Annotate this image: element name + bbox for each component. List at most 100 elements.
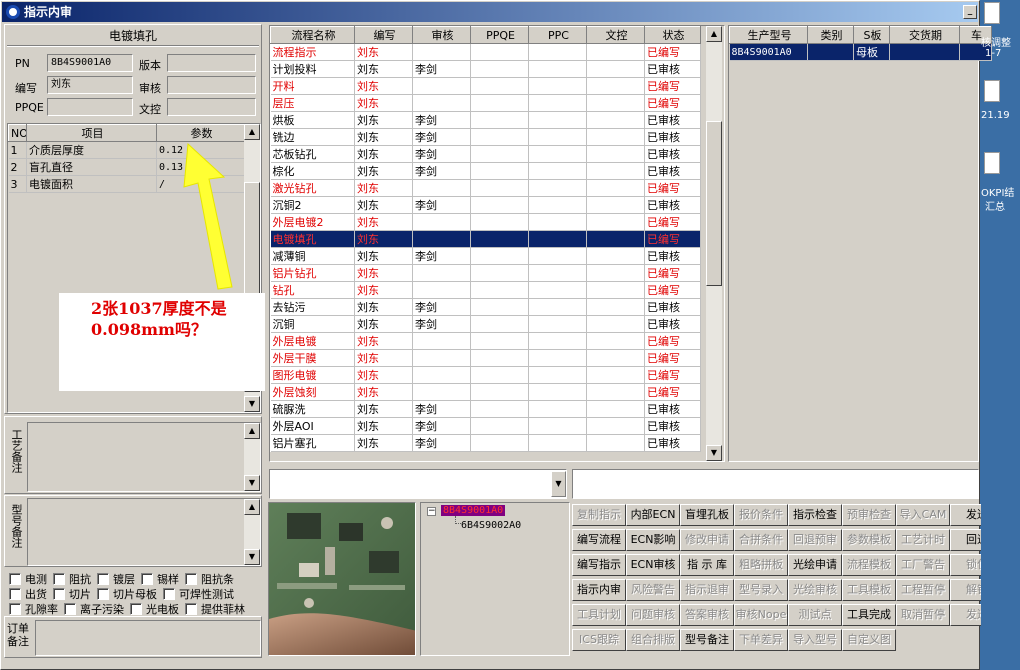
- pn-field[interactable]: 8B4S9001A0: [47, 54, 133, 72]
- checkbox[interactable]: [97, 573, 109, 585]
- flow-row[interactable]: 外层AOI 刘东 李剑 已审核: [270, 417, 701, 435]
- flow-col-header[interactable]: PPQE: [470, 26, 529, 44]
- function-button[interactable]: 工程暂停: [896, 579, 950, 601]
- function-button[interactable]: 工艺计时: [896, 529, 950, 551]
- function-button[interactable]: 内部ECN: [626, 504, 680, 526]
- flow-row[interactable]: 铣边 刘东 李剑 已审核: [270, 128, 701, 146]
- process-note-input[interactable]: [27, 422, 261, 492]
- function-button[interactable]: 指示检查: [788, 504, 842, 526]
- flow-row[interactable]: 铝片钻孔 刘东 已编写: [270, 264, 701, 282]
- flow-row[interactable]: 外层蚀刻 刘东 已编写: [270, 383, 701, 401]
- function-button[interactable]: 指示内审: [572, 579, 626, 601]
- function-button[interactable]: 工厂警告: [896, 554, 950, 576]
- checkbox[interactable]: [9, 603, 21, 615]
- function-button[interactable]: 报价条件: [734, 504, 788, 526]
- flow-scrollbar[interactable]: ▲ ▼: [706, 26, 722, 461]
- function-button[interactable]: 编写指示: [572, 554, 626, 576]
- param-col-item[interactable]: 项目: [26, 124, 157, 142]
- function-button[interactable]: 下单差异: [734, 629, 788, 651]
- flow-row[interactable]: 流程指示 刘东 已编写: [270, 43, 701, 61]
- flow-row[interactable]: 沉铜2 刘东 李剑 已审核: [270, 196, 701, 214]
- function-button[interactable]: 问题审核: [626, 604, 680, 626]
- flow-row[interactable]: 棕化 刘东 李剑 已审核: [270, 162, 701, 180]
- function-button[interactable]: 流程模板: [842, 554, 896, 576]
- function-button[interactable]: 工具计划: [572, 604, 626, 626]
- flow-row[interactable]: 烘板 刘东 李剑 已审核: [270, 111, 701, 129]
- function-button[interactable]: 光绘申请: [788, 554, 842, 576]
- flow-row[interactable]: 沉铜 刘东 李剑 已审核: [270, 315, 701, 333]
- flow-col-header[interactable]: 状态: [644, 26, 701, 44]
- function-button[interactable]: 审核Nope: [734, 604, 788, 626]
- scroll-down-icon[interactable]: ▼: [244, 396, 260, 412]
- step-combobox[interactable]: ▼: [269, 469, 567, 499]
- function-button[interactable]: 盲埋孔板: [680, 504, 734, 526]
- function-button[interactable]: 型号录入: [734, 579, 788, 601]
- flow-row[interactable]: 激光钻孔 刘东 已编写: [270, 179, 701, 197]
- flow-col-header[interactable]: 编写: [354, 26, 413, 44]
- checkbox[interactable]: [9, 573, 21, 585]
- flow-row[interactable]: 层压 刘东 已编写: [270, 94, 701, 112]
- flow-row[interactable]: 计划投料 刘东 李剑 已审核: [270, 60, 701, 78]
- flow-row[interactable]: 减薄铜 刘东 李剑 已审核: [270, 247, 701, 265]
- minimize-button[interactable]: _: [963, 5, 977, 19]
- function-button[interactable]: 工具完成: [842, 604, 896, 626]
- scroll-thumb[interactable]: [706, 121, 722, 286]
- function-button[interactable]: ECN审核: [626, 554, 680, 576]
- function-button[interactable]: 工具模板: [842, 579, 896, 601]
- flow-col-header[interactable]: PPC: [528, 26, 587, 44]
- flow-row[interactable]: 图形电镀 刘东 已编写: [270, 366, 701, 384]
- function-button[interactable]: 组合排版: [626, 629, 680, 651]
- file-icon[interactable]: [984, 152, 1000, 174]
- flow-row[interactable]: 硫脲洗 刘东 李剑 已审核: [270, 400, 701, 418]
- function-button[interactable]: 解锁: [950, 579, 981, 601]
- remark-input[interactable]: [572, 469, 979, 499]
- model-note-input[interactable]: [27, 498, 261, 566]
- scroll-up-icon[interactable]: ▲: [244, 124, 260, 140]
- function-button[interactable]: 答案审核: [680, 604, 734, 626]
- scroll-down-icon[interactable]: ▼: [706, 445, 722, 461]
- file-icon[interactable]: [984, 2, 1000, 24]
- checkbox[interactable]: [185, 573, 197, 585]
- process-note-scrollbar[interactable]: ▲ ▼: [244, 423, 260, 491]
- prod-row[interactable]: 8B4S9001A0 母板: [729, 43, 992, 61]
- function-button[interactable]: 合拼条件: [734, 529, 788, 551]
- ppqe-field[interactable]: [47, 98, 133, 116]
- prod-col-header[interactable]: S板: [853, 26, 890, 44]
- tree-root-node[interactable]: 8B4S9001A0: [441, 505, 506, 516]
- function-button[interactable]: 发送: [950, 504, 981, 526]
- function-button[interactable]: 粗略拼板: [734, 554, 788, 576]
- function-button[interactable]: 自定义图: [842, 629, 896, 651]
- prod-col-header[interactable]: 生产型号: [729, 26, 808, 44]
- function-button[interactable]: 复制指示: [572, 504, 626, 526]
- flow-row[interactable]: 芯板钻孔 刘东 李剑 已审核: [270, 145, 701, 163]
- function-button[interactable]: 修改申请: [680, 529, 734, 551]
- function-button[interactable]: 型号备注: [680, 629, 734, 651]
- function-button[interactable]: 回退: [950, 529, 981, 551]
- scroll-up-icon[interactable]: ▲: [706, 26, 722, 42]
- function-button[interactable]: 指示退审: [680, 579, 734, 601]
- function-button[interactable]: 锁住: [950, 554, 981, 576]
- version-field[interactable]: [167, 54, 256, 72]
- checkbox[interactable]: [185, 603, 197, 615]
- param-col-no[interactable]: NO: [8, 124, 27, 142]
- function-button[interactable]: 导入CAM: [896, 504, 950, 526]
- flow-row[interactable]: 电镀填孔 刘东 已编写: [270, 230, 701, 248]
- prod-col-header[interactable]: 类别: [807, 26, 854, 44]
- function-button[interactable]: 风险警告: [626, 579, 680, 601]
- function-button[interactable]: ICS跟踪: [572, 629, 626, 651]
- flow-row[interactable]: 去钻污 刘东 李剑 已审核: [270, 298, 701, 316]
- flow-col-header[interactable]: 审核: [412, 26, 471, 44]
- function-button[interactable]: 导入型号: [788, 629, 842, 651]
- function-button[interactable]: 参数模板: [842, 529, 896, 551]
- checkbox[interactable]: [97, 588, 109, 600]
- flow-row[interactable]: 外层电镀2 刘东 已编写: [270, 213, 701, 231]
- function-button[interactable]: ECN影响: [626, 529, 680, 551]
- function-button[interactable]: 取消暂停: [896, 604, 950, 626]
- review-field[interactable]: [167, 76, 256, 94]
- checkbox[interactable]: [9, 588, 21, 600]
- function-button[interactable]: 发送: [950, 604, 981, 626]
- checkbox[interactable]: [53, 588, 65, 600]
- order-note-input[interactable]: [35, 620, 261, 656]
- checkbox[interactable]: [64, 603, 76, 615]
- tree-child-node[interactable]: 6B4S9002A0: [461, 520, 521, 531]
